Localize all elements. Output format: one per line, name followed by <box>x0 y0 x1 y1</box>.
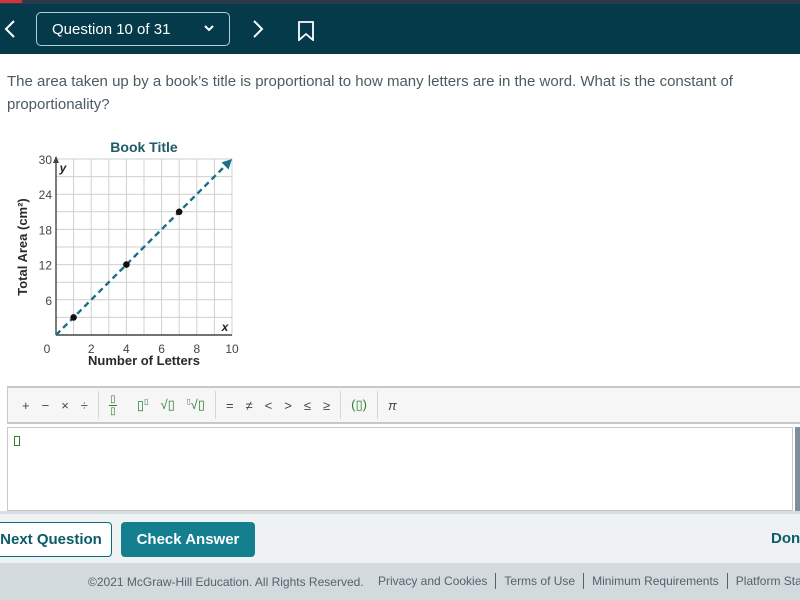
greater-equal-button[interactable]: ≥ <box>317 391 336 419</box>
copyright-text: ©2021 McGraw-Hill Education. All Rights … <box>88 575 364 589</box>
x-axis-label: Number of Letters <box>88 353 200 368</box>
y-axis-label: Total Area (cm²) <box>15 198 30 296</box>
minus-button[interactable]: − <box>36 391 56 419</box>
less-than-button[interactable]: < <box>259 391 279 419</box>
y-tick-label: 30 <box>39 153 53 167</box>
proportional-line <box>55 163 228 336</box>
toolbar-divider <box>376 391 378 419</box>
question-text: The area taken up by a book’s title is p… <box>7 73 733 113</box>
chevron-down-icon <box>203 22 215 36</box>
exponent-button[interactable]: ▯▯ <box>131 391 155 419</box>
question-header: Question 10 of 31 <box>0 4 800 54</box>
square-root-button[interactable]: √▯ <box>154 391 180 419</box>
footer-links: Privacy and Cookies Terms of Use Minimum… <box>378 573 800 589</box>
parentheses-button[interactable]: (▯) <box>345 391 373 419</box>
done-button[interactable]: Done <box>771 530 800 547</box>
data-point <box>123 261 130 268</box>
check-answer-button[interactable]: Check Answer <box>121 522 255 557</box>
minimum-requirements-link[interactable]: Minimum Requirements <box>584 574 727 588</box>
less-equal-button[interactable]: ≤ <box>298 391 317 419</box>
input-placeholder-box <box>14 436 20 446</box>
fraction-button[interactable]: ▯ ▯ <box>103 391 123 419</box>
y-tick-label: 18 <box>39 223 53 237</box>
next-question-arrow-button[interactable] <box>246 12 270 46</box>
data-point <box>70 314 77 321</box>
x-tick-label: 0 <box>44 342 51 356</box>
equals-button[interactable]: = <box>220 391 240 419</box>
divide-button[interactable]: ÷ <box>75 391 94 419</box>
question-selector-dropdown[interactable]: Question 10 of 31 <box>36 12 230 46</box>
y-axis-variable: y <box>59 161 68 175</box>
y-tick-label: 6 <box>45 294 52 308</box>
book-title-chart: Book Title 0 2 4 6 8 10612182430 Number of Le… <box>15 139 239 368</box>
toolbar-divider <box>340 391 342 419</box>
answer-scrollbar[interactable] <box>795 427 800 511</box>
footer: ©2021 McGraw-Hill Education. All Rights … <box>0 563 800 600</box>
nth-root-icon: ▯√▯ <box>186 397 205 412</box>
x-tick-label: 10 <box>225 342 239 356</box>
previous-question-button[interactable] <box>0 12 20 46</box>
x-axis-variable: x <box>221 320 230 334</box>
question-selector-label: Question 10 of 31 <box>52 20 171 38</box>
privacy-link[interactable]: Privacy and Cookies <box>378 574 495 588</box>
bookmark-button[interactable] <box>297 21 315 42</box>
platform-status-link[interactable]: Platform Status <box>728 574 800 588</box>
toolbar-divider <box>214 391 216 419</box>
plus-button[interactable]: + <box>16 391 36 419</box>
chevron-left-icon <box>4 20 15 38</box>
toolbar-divider <box>97 391 99 419</box>
math-toolbar: + − × ÷ ▯ ▯ ▯▯ √▯ ▯√▯ = ≠ < > ≤ ≥ (▯) π <box>7 386 800 424</box>
next-question-button[interactable]: Next Question <box>0 522 112 557</box>
fraction-icon: ▯ ▯ <box>108 393 117 417</box>
greater-than-button[interactable]: > <box>278 391 298 419</box>
chevron-right-icon <box>253 20 264 38</box>
times-button[interactable]: × <box>55 391 75 419</box>
chart-axes <box>53 156 232 336</box>
answer-input[interactable] <box>7 427 793 511</box>
accent-strip <box>0 0 22 3</box>
nth-root-button[interactable]: ▯√▯ <box>181 391 211 419</box>
exponent-icon: ▯▯ <box>136 396 149 413</box>
y-tick-label: 24 <box>39 188 53 202</box>
pi-button[interactable]: π <box>382 391 403 419</box>
chart-title: Book Title <box>110 139 178 155</box>
data-point <box>175 208 183 216</box>
not-equal-button[interactable]: ≠ <box>240 391 259 419</box>
terms-link[interactable]: Terms of Use <box>496 574 583 588</box>
action-bar: Next Question Check Answer Done <box>0 511 800 563</box>
y-tick-label: 12 <box>39 259 53 273</box>
bookmark-icon <box>298 21 314 42</box>
